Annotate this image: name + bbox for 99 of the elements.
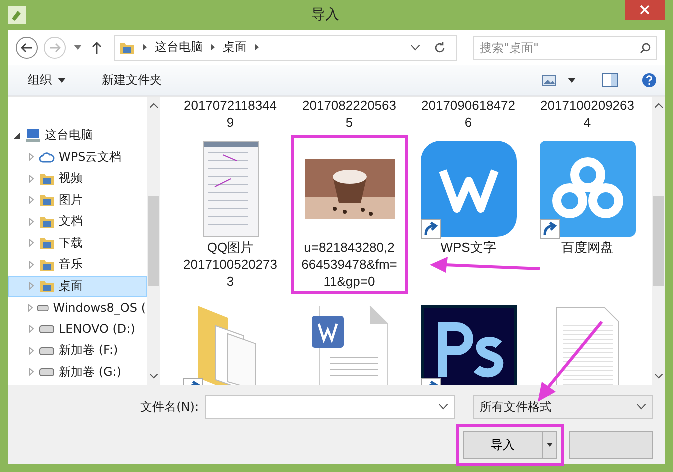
nav-label: 桌面 bbox=[59, 278, 83, 295]
search-icon bbox=[640, 42, 651, 54]
nav-item[interactable]: 桌面 bbox=[8, 276, 147, 298]
nav-label: 这台电脑 bbox=[45, 127, 93, 144]
caret-icon bbox=[546, 443, 552, 448]
nav-label: 新加卷 (F:) bbox=[59, 342, 118, 360]
folder-icon bbox=[39, 235, 55, 252]
collapsed-arrow-icon[interactable] bbox=[28, 174, 34, 183]
back-button[interactable] bbox=[16, 36, 38, 59]
address-bar[interactable]: 这台电脑 桌面 bbox=[114, 34, 457, 61]
collapsed-arrow-icon[interactable] bbox=[28, 196, 34, 204]
drive-icon bbox=[37, 302, 50, 313]
nav-label: 新加卷 (G:) bbox=[59, 364, 122, 381]
file-name: WPS文字 bbox=[440, 239, 498, 256]
forward-button[interactable] bbox=[44, 36, 66, 59]
window-title: 导入 bbox=[310, 6, 340, 24]
collapsed-arrow-icon[interactable] bbox=[28, 153, 34, 162]
nav-label: 下载 bbox=[59, 234, 83, 252]
forward-arrow-icon bbox=[49, 42, 61, 53]
chevron-down-icon[interactable] bbox=[411, 44, 420, 51]
import-button[interactable]: 导入 bbox=[463, 431, 543, 460]
collapsed-arrow-icon[interactable] bbox=[28, 260, 34, 269]
folder-icon bbox=[39, 192, 55, 208]
file-name: 20170721183449 bbox=[182, 97, 278, 132]
organize-menu[interactable]: 组织 bbox=[24, 70, 70, 91]
cloud-icon bbox=[39, 151, 55, 164]
expanded-arrow-icon[interactable] bbox=[14, 132, 20, 139]
scroll-down-icon[interactable] bbox=[654, 374, 662, 380]
nav-item[interactable]: LENOVO (D:) bbox=[8, 318, 147, 340]
collapsed-arrow-icon[interactable] bbox=[28, 282, 34, 290]
recent-dropdown[interactable] bbox=[72, 45, 84, 50]
file-type-dropdown[interactable]: 所有文件格式 bbox=[473, 395, 653, 420]
collapsed-arrow-icon[interactable] bbox=[28, 218, 34, 226]
close-icon bbox=[640, 5, 650, 15]
nav-item[interactable]: 音乐 bbox=[8, 254, 147, 276]
drive-icon bbox=[39, 346, 55, 356]
caret-icon bbox=[74, 45, 82, 50]
nav-item[interactable]: 视频 bbox=[8, 168, 147, 190]
nav-label: Windows8_OS ( bbox=[53, 300, 146, 315]
collapsed-arrow-icon[interactable] bbox=[28, 346, 34, 355]
computer-icon bbox=[25, 128, 41, 144]
collapsed-arrow-icon[interactable] bbox=[28, 368, 34, 376]
secondary-button[interactable] bbox=[569, 431, 653, 460]
import-options-button[interactable] bbox=[543, 431, 557, 460]
nav-item[interactable]: Windows8_OS ( bbox=[8, 297, 147, 319]
nav-label: 视频 bbox=[59, 170, 83, 188]
scroll-thumb[interactable] bbox=[148, 196, 159, 286]
nav-label: WPS云文档 bbox=[59, 148, 122, 166]
file-name: u=821843280,2664539478&fm=11&gp=0 bbox=[302, 239, 398, 290]
chevron-right-icon bbox=[211, 44, 215, 52]
nav-label: LENOVO (D:) bbox=[59, 322, 136, 336]
file-name: 20171002092634 bbox=[540, 97, 636, 132]
file-name: 20170906184726 bbox=[420, 97, 516, 132]
up-button[interactable] bbox=[90, 41, 104, 54]
nav-item[interactable]: WPS云文档 bbox=[8, 146, 147, 168]
scroll-up-icon[interactable] bbox=[654, 103, 662, 108]
scroll-down-icon[interactable] bbox=[150, 374, 158, 380]
back-arrow-icon bbox=[21, 42, 33, 53]
filename-label: 文件名(N): bbox=[140, 398, 199, 416]
file-name: QQ图片 20171005202733 bbox=[182, 239, 278, 290]
breadcrumb[interactable]: 这台电脑 bbox=[155, 39, 203, 56]
nav-label: 图片 bbox=[59, 192, 83, 209]
drive-icon bbox=[39, 367, 55, 378]
content-scrollbar[interactable] bbox=[652, 97, 665, 386]
caret-icon[interactable] bbox=[568, 78, 576, 83]
app-icon bbox=[8, 6, 26, 24]
drive-icon bbox=[39, 324, 55, 334]
search-field[interactable]: 搜索"桌面" bbox=[473, 36, 657, 60]
nav-scrollbar[interactable] bbox=[147, 97, 160, 386]
nav-label: 音乐 bbox=[59, 256, 83, 274]
preview-pane-icon[interactable] bbox=[602, 73, 618, 88]
caret-icon bbox=[58, 78, 66, 83]
nav-item[interactable]: 这台电脑 bbox=[8, 125, 147, 147]
nav-item[interactable]: 文档 bbox=[8, 211, 147, 233]
chevron-down-icon bbox=[637, 404, 646, 410]
close-button[interactable] bbox=[625, 0, 665, 20]
breadcrumb[interactable]: 桌面 bbox=[223, 39, 247, 56]
nav-label: 文档 bbox=[59, 213, 83, 230]
chevron-down-icon bbox=[439, 404, 448, 410]
view-options-icon[interactable] bbox=[542, 74, 556, 86]
nav-item[interactable]: 新加卷 (G:) bbox=[8, 362, 147, 384]
nav-item[interactable]: 图片 bbox=[8, 190, 147, 212]
file-name: 20170822205635 bbox=[302, 97, 398, 132]
nav-item[interactable]: 下载 bbox=[8, 232, 147, 254]
folder-icon bbox=[39, 278, 55, 294]
scroll-thumb[interactable] bbox=[653, 196, 664, 286]
scroll-up-icon[interactable] bbox=[150, 103, 158, 108]
chevron-right-icon bbox=[255, 44, 259, 52]
collapsed-arrow-icon[interactable] bbox=[28, 239, 34, 248]
chevron-right-icon bbox=[143, 44, 147, 52]
file-name: 百度网盘 bbox=[560, 239, 614, 256]
refresh-icon[interactable] bbox=[434, 42, 446, 54]
up-arrow-icon bbox=[92, 41, 102, 54]
collapsed-arrow-icon[interactable] bbox=[28, 325, 34, 334]
collapsed-arrow-icon[interactable] bbox=[28, 304, 33, 312]
help-icon[interactable] bbox=[642, 72, 657, 88]
new-folder-button[interactable]: 新建文件夹 bbox=[98, 70, 166, 91]
nav-item[interactable]: 新加卷 (F:) bbox=[8, 340, 147, 362]
filename-field[interactable] bbox=[205, 395, 455, 420]
